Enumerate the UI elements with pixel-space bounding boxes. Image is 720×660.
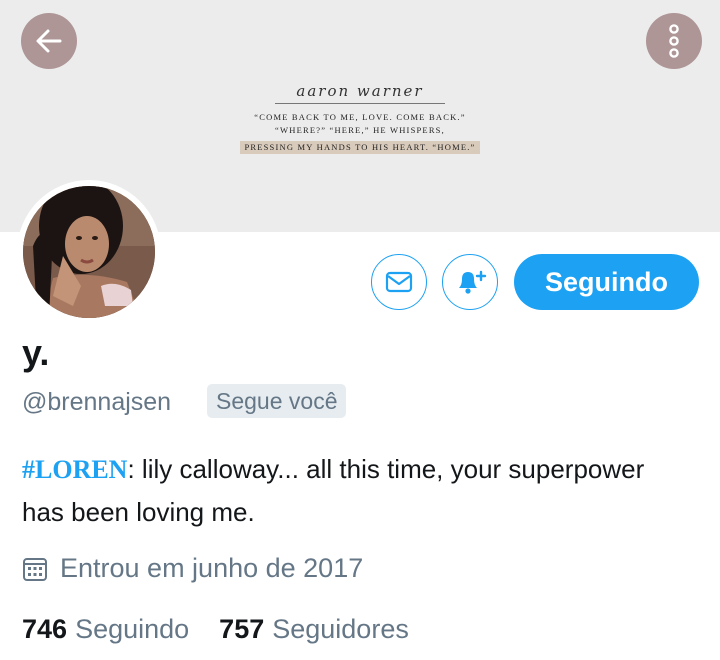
followers-count: 757: [219, 614, 265, 644]
calendar-icon: [23, 557, 47, 581]
banner-quote: aaron warner “come back to me, love. com…: [220, 82, 500, 155]
following-label: Seguindo: [75, 614, 190, 644]
following-button[interactable]: Seguindo: [514, 254, 699, 310]
bio-hashtag-link[interactable]: #LOREN: [22, 455, 127, 484]
joined-date-text: Entrou em junho de 2017: [60, 553, 364, 583]
quote-divider: [275, 103, 445, 104]
followers-stat-link[interactable]: 757 Seguidores: [219, 614, 409, 645]
back-button[interactable]: [21, 13, 77, 69]
quote-title: aaron warner: [296, 82, 424, 100]
bell-plus-icon: [459, 270, 487, 294]
quote-line: “where?” “here,” he whispers,: [275, 125, 445, 135]
more-options-button[interactable]: [646, 13, 702, 69]
avatar[interactable]: [17, 180, 161, 324]
following-count: 746: [22, 614, 68, 644]
following-stat-link[interactable]: 746 Seguindo: [22, 614, 189, 645]
user-handle: @brennajsen: [22, 388, 172, 416]
quote-line: pressing my hands to his heart. “home.”: [240, 141, 480, 154]
envelope-icon: [385, 271, 413, 293]
joined-date: Entrou em junho de 2017: [22, 553, 363, 584]
display-name: y.: [22, 332, 50, 373]
follows-you-badge: Segue você: [207, 384, 347, 418]
notifications-button[interactable]: [442, 254, 498, 310]
arrow-left-icon: [36, 29, 62, 53]
vertical-dots-icon: [669, 24, 679, 58]
message-button[interactable]: [371, 254, 427, 310]
followers-label: Seguidores: [272, 614, 409, 644]
follow-stats: 746 Seguindo 757 Seguidores: [22, 614, 409, 645]
avatar-image: [23, 186, 155, 318]
bio: #LOREN: lily calloway... all this time, …: [22, 448, 682, 533]
quote-line: “come back to me, love. come back.”: [254, 112, 466, 122]
